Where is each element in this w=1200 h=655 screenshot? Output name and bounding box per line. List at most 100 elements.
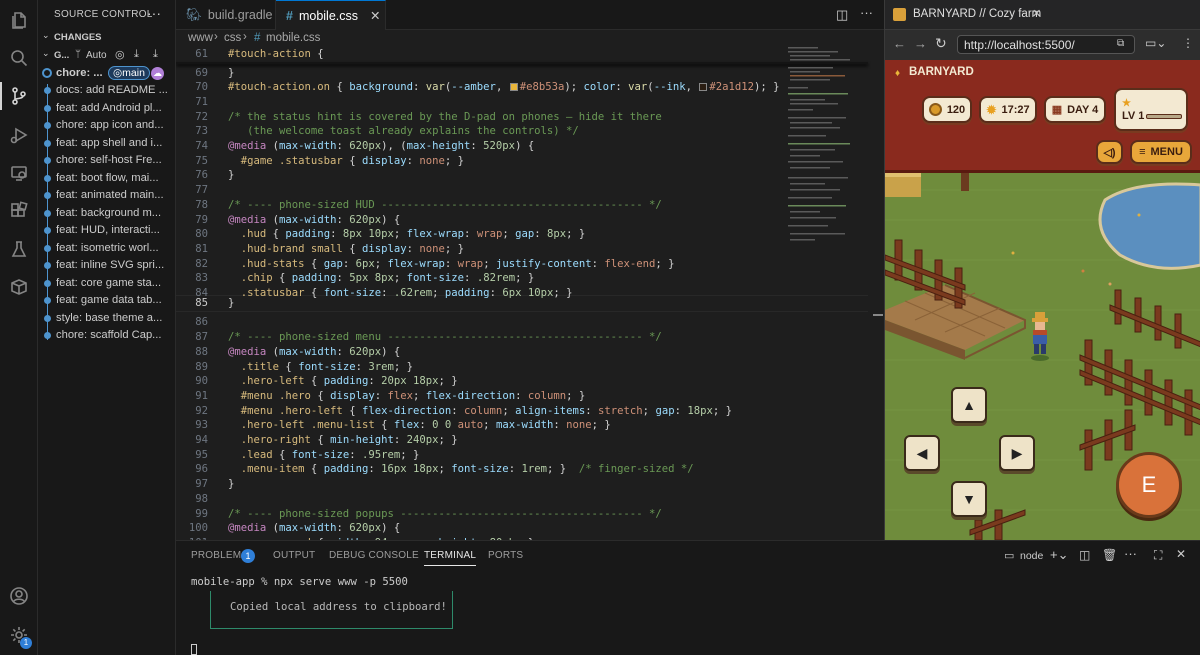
settings-gear-icon[interactable]: 1 <box>0 617 38 653</box>
containers-icon[interactable] <box>0 269 38 305</box>
line-number: 98 <box>195 492 208 505</box>
commit-row[interactable]: feat: inline SVG spri... <box>38 257 176 274</box>
line-number: 100 <box>188 522 208 535</box>
line-number: 85 <box>195 297 208 309</box>
source-control-icon[interactable] <box>0 78 38 114</box>
tab-ports[interactable]: PORTS <box>488 550 523 561</box>
close-icon[interactable]: ✕ <box>1032 7 1041 20</box>
commit-row[interactable]: feat: background m... <box>38 205 176 222</box>
code-line: } <box>228 478 235 491</box>
scrollbar-thumb[interactable] <box>873 314 883 316</box>
settings-badge: 1 <box>20 637 32 649</box>
dpad-down-button[interactable]: ▼ <box>951 481 987 517</box>
commit-row[interactable]: feat: boot flow, mai... <box>38 170 176 187</box>
extensions-icon[interactable] <box>0 193 38 229</box>
commit-row[interactable]: style: base theme a... <box>38 310 176 327</box>
day-value: DAY 4 <box>1067 103 1099 116</box>
back-arrow-icon[interactable]: ← <box>893 36 906 51</box>
search-icon[interactable] <box>0 40 38 76</box>
graph-section[interactable]: ⌄ G... ᛘ Auto ◎ ⤓ ⤓ <box>38 47 176 64</box>
arrow-up-icon: ▲ <box>962 397 976 413</box>
line-number: 83 <box>195 272 208 285</box>
commit-row[interactable]: chore: self-host Fre... <box>38 152 176 169</box>
commit-row[interactable]: chore: scaffold Cap... <box>38 327 176 344</box>
pull-icon[interactable]: ⤓ <box>153 48 158 61</box>
commit-message: feat: animated main... <box>56 189 164 201</box>
address-bar[interactable]: http://localhost:5500/ <box>957 35 1135 54</box>
line-number: 72 <box>195 110 208 123</box>
breadcrumb-css[interactable]: css <box>224 32 241 44</box>
code-line: } <box>228 297 235 309</box>
split-editor-icon[interactable]: ◫ <box>836 7 848 23</box>
tab-problems[interactable]: PROBLEMS <box>191 550 248 561</box>
breadcrumb-file[interactable]: mobile.css <box>266 32 320 44</box>
commit-row[interactable]: chore: app icon and... <box>38 117 176 134</box>
fetch-icon[interactable]: ⤓ <box>134 48 139 61</box>
commit-row[interactable]: feat: app shell and i... <box>38 135 176 152</box>
game-canvas[interactable]: ♦ BARNYARD 120 ✹ 17:27 ▦ DAY 4 ★ LV 1 ◁) ≡… <box>885 60 1200 540</box>
explorer-icon[interactable] <box>0 2 38 38</box>
simple-browser: BARNYARD // Cozy farm ✕ ← → ↻ http://loc… <box>884 0 1200 540</box>
line-number: 87 <box>195 331 208 344</box>
testing-icon[interactable] <box>0 231 38 267</box>
code-line: .title { font-size: 3rem; } <box>240 360 414 373</box>
browser-tab-bar: BARNYARD // Cozy farm ✕ <box>885 0 1200 30</box>
editor-tab-bar: 🐘︎ build.gradle # mobile.css ✕ ◫ ··· <box>176 0 884 30</box>
dpad-up-button[interactable]: ▲ <box>951 387 987 423</box>
trash-icon[interactable]: 🗑︎ <box>1102 548 1117 562</box>
run-debug-icon[interactable] <box>0 117 38 153</box>
reload-icon[interactable]: ↻ <box>935 35 947 52</box>
commit-row[interactable]: chore: ... ◎main ☁ <box>38 65 176 82</box>
dpad-left-button[interactable]: ◀ <box>904 435 940 471</box>
more-actions-icon[interactable]: ⋮ <box>1182 36 1194 50</box>
line-number: 81 <box>195 242 208 255</box>
more-actions-icon[interactable]: ··· <box>1124 546 1137 561</box>
tab-mobile-css[interactable]: # mobile.css ✕ <box>276 0 386 30</box>
line-number: 97 <box>195 478 208 491</box>
time-chip: ✹ 17:27 <box>979 96 1037 123</box>
maximize-panel-icon[interactable]: ⛶ <box>1154 548 1162 563</box>
terminal-shell-name[interactable]: node <box>1020 550 1043 562</box>
commit-row[interactable]: feat: HUD, interacti... <box>38 222 176 239</box>
close-icon[interactable]: ✕ <box>370 8 380 23</box>
code-editor[interactable]: 61 69 70 71 72 73 74 75 76 77 78 79 80 8… <box>176 47 884 540</box>
browser-tab-title[interactable]: BARNYARD // Cozy farm <box>913 8 1041 20</box>
commit-row[interactable]: feat: animated main... <box>38 187 176 204</box>
css-file-icon: # <box>286 8 293 23</box>
more-actions-icon[interactable]: ··· <box>147 5 161 21</box>
accounts-icon[interactable] <box>0 578 38 614</box>
breadcrumb-www[interactable]: www <box>188 32 213 44</box>
target-icon[interactable]: ◎ <box>115 48 125 61</box>
level-chip: ★ LV 1 <box>1114 88 1188 131</box>
remote-explorer-icon[interactable] <box>0 155 38 191</box>
tab-terminal[interactable]: TERMINAL <box>424 550 477 566</box>
tab-output[interactable]: OUTPUT <box>273 550 315 561</box>
copy-link-icon[interactable]: ⧉ <box>1117 38 1124 49</box>
dpad-right-button[interactable]: ▶ <box>999 435 1035 471</box>
tab-build-gradle[interactable]: 🐘︎ build.gradle <box>176 0 276 30</box>
browser-nav-bar: ← → ↻ http://localhost:5500/ ⧉ ▭⌄ ⋮ <box>885 30 1200 60</box>
tab-debug-console[interactable]: DEBUG CONSOLE <box>329 550 419 561</box>
auto-label[interactable]: Auto <box>86 50 107 61</box>
close-icon[interactable]: ✕ <box>1176 547 1186 561</box>
line-number: 96 <box>195 463 208 476</box>
open-external-icon[interactable]: ▭⌄ <box>1145 36 1166 50</box>
code-line: .lead { font-size: .95rem; } <box>240 448 420 461</box>
more-actions-icon[interactable]: ··· <box>860 5 873 20</box>
forward-arrow-icon[interactable]: → <box>914 36 927 51</box>
mute-button[interactable]: ◁) <box>1096 140 1123 164</box>
commit-row[interactable]: feat: isometric worl... <box>38 240 176 257</box>
commit-message: chore: self-host Fre... <box>56 154 162 166</box>
action-button[interactable]: E <box>1116 452 1182 518</box>
commit-row[interactable]: feat: core game sta... <box>38 275 176 292</box>
add-terminal-icon[interactable]: +⌄ <box>1050 547 1068 563</box>
minimap[interactable] <box>788 47 866 540</box>
arrow-left-icon: ◀ <box>916 444 928 461</box>
head-commit-dot <box>42 68 52 78</box>
split-terminal-icon[interactable]: ◫ <box>1079 548 1090 562</box>
commit-row[interactable]: feat: add Android pl... <box>38 100 176 117</box>
commit-row[interactable]: feat: game data tab... <box>38 292 176 309</box>
commit-row[interactable]: docs: add README ... <box>38 82 176 99</box>
changes-section[interactable]: ⌄ CHANGES <box>38 29 176 46</box>
menu-button[interactable]: ≡ MENU <box>1130 140 1192 164</box>
